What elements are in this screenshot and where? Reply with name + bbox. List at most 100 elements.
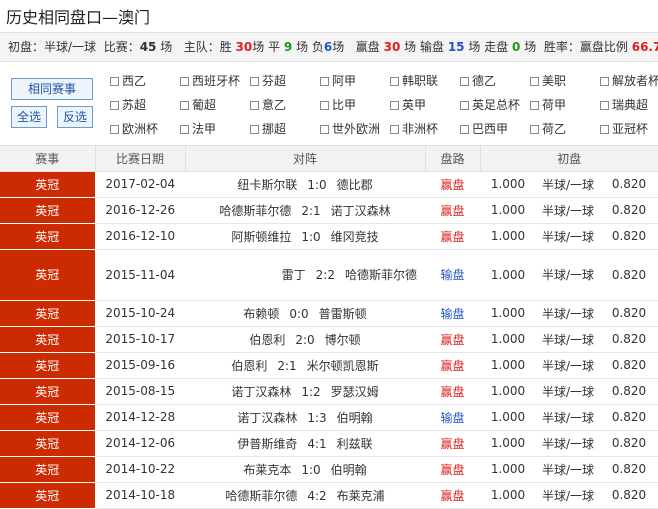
away-team[interactable]: 德比郡: [337, 178, 373, 192]
league-checkbox[interactable]: 葡超: [180, 96, 216, 114]
league-checkbox[interactable]: 英甲: [390, 96, 426, 114]
home-team[interactable]: 哈德斯菲尔德: [225, 489, 297, 503]
checkbox-icon[interactable]: [600, 77, 609, 86]
checkbox-icon[interactable]: [530, 77, 539, 86]
checkbox-icon[interactable]: [390, 101, 399, 110]
league-checkbox[interactable]: 美职: [530, 72, 566, 90]
home-team[interactable]: 伯恩利: [231, 359, 267, 373]
checkbox-icon[interactable]: [460, 77, 469, 86]
league-checkbox[interactable]: 芬超: [250, 72, 286, 90]
handicap-line-cell: 半球/一球: [536, 249, 600, 301]
checkbox-icon[interactable]: [460, 101, 469, 110]
home-team[interactable]: 雷丁: [282, 268, 306, 282]
score: 2:1: [277, 358, 297, 373]
home-team[interactable]: 布赖顿: [243, 307, 279, 321]
date-cell: 2016-12-26: [95, 197, 185, 224]
away-team[interactable]: 布莱克浦: [337, 489, 385, 503]
away-team[interactable]: 哈德斯菲尔德: [345, 268, 417, 282]
checkbox-icon[interactable]: [390, 125, 399, 134]
odds-away-cell: 0.820: [600, 378, 658, 405]
league-checkbox[interactable]: 非洲杯: [390, 120, 438, 138]
home-team[interactable]: 哈德斯菲尔德: [219, 204, 291, 218]
checkbox-icon[interactable]: [110, 77, 119, 86]
match-cell: 阿斯顿维拉 1:0 维冈竞技: [185, 223, 425, 250]
league-checkbox[interactable]: 法甲: [180, 120, 216, 138]
league-checkbox[interactable]: 阿甲: [320, 72, 356, 90]
header-match: 对阵: [185, 146, 426, 172]
result-cell: 赢盘: [425, 223, 480, 250]
result-cell: 赢盘: [425, 430, 480, 457]
league-checkbox[interactable]: 瑞典超: [600, 96, 648, 114]
same-match-button[interactable]: 相同赛事: [11, 78, 93, 100]
date-cell: 2014-12-28: [95, 404, 185, 431]
away-team[interactable]: 伯明翰: [331, 463, 367, 477]
score: 2:0: [295, 332, 315, 347]
away-team[interactable]: 米尔顿凯恩斯: [307, 359, 379, 373]
home-team[interactable]: 纽卡斯尔联: [237, 178, 297, 192]
away-team[interactable]: 伯明翰: [337, 411, 373, 425]
league-cell: 英冠: [0, 378, 96, 405]
checkbox-icon[interactable]: [320, 101, 329, 110]
home-team[interactable]: 伯恩利: [249, 333, 285, 347]
checkbox-icon[interactable]: [110, 101, 119, 110]
result-cell: 输盘: [425, 404, 480, 431]
checkbox-icon[interactable]: [600, 101, 609, 110]
league-checkbox[interactable]: 亚冠杯: [600, 120, 648, 138]
home-team[interactable]: 布莱克本: [243, 463, 291, 477]
checkbox-icon[interactable]: [390, 77, 399, 86]
home-team[interactable]: 阿斯顿维拉: [231, 230, 291, 244]
league-checkbox[interactable]: 荷甲: [530, 96, 566, 114]
checkbox-icon[interactable]: [180, 101, 189, 110]
league-checkbox[interactable]: 西班牙杯: [180, 72, 240, 90]
score: 1:2: [301, 384, 321, 399]
away-team[interactable]: 普雷斯顿: [319, 307, 367, 321]
match-cell: 布莱克本 1:0 伯明翰: [185, 456, 425, 483]
checkbox-icon[interactable]: [320, 77, 329, 86]
checkbox-icon[interactable]: [180, 125, 189, 134]
league-checkbox-label: 欧洲杯: [122, 122, 159, 136]
checkbox-icon[interactable]: [530, 125, 539, 134]
match-cell: 哈德斯菲尔德 4:2 布莱克浦: [185, 482, 425, 509]
table-row: 英冠 2017-02-04 纽卡斯尔联 1:0 德比郡 赢盘 1.000 半球/一球 0.820: [0, 171, 658, 198]
league-checkbox[interactable]: 欧洲杯: [110, 120, 158, 138]
checkbox-icon[interactable]: [530, 101, 539, 110]
score: 1:0: [301, 462, 321, 477]
league-checkbox[interactable]: 德乙: [460, 72, 496, 90]
away-team[interactable]: 博尔顿: [325, 333, 361, 347]
checkbox-icon[interactable]: [110, 125, 119, 134]
checkbox-icon[interactable]: [250, 125, 259, 134]
league-checkbox[interactable]: 英足总杯: [460, 96, 520, 114]
away-team[interactable]: 诺丁汉森林: [331, 204, 391, 218]
checkbox-icon[interactable]: [600, 125, 609, 134]
home-team[interactable]: 伊普斯维奇: [237, 437, 297, 451]
checkbox-icon[interactable]: [250, 77, 259, 86]
league-checkbox[interactable]: 意乙: [250, 96, 286, 114]
result-cell: 赢盘: [425, 171, 480, 198]
odds-home-cell: 1.000: [480, 171, 536, 198]
league-checkbox[interactable]: 韩职联: [390, 72, 438, 90]
league-checkbox[interactable]: 比甲: [320, 96, 356, 114]
home-team[interactable]: 诺丁汉森林: [237, 411, 297, 425]
league-checkbox[interactable]: 西乙: [110, 72, 146, 90]
league-checkbox[interactable]: 挪超: [250, 120, 286, 138]
home-team[interactable]: 诺丁汉森林: [231, 385, 291, 399]
away-team[interactable]: 罗瑟汉姆: [331, 385, 379, 399]
away-team[interactable]: 维冈竞技: [331, 230, 379, 244]
checkbox-icon[interactable]: [250, 101, 259, 110]
lose-pan-count: 15: [447, 40, 465, 54]
checkbox-icon[interactable]: [320, 125, 329, 134]
league-checkbox[interactable]: 荷乙: [530, 120, 566, 138]
league-checkbox-label: 解放者杯: [612, 74, 658, 88]
invert-selection-button[interactable]: 反选: [57, 106, 93, 128]
league-checkbox[interactable]: 巴西甲: [460, 120, 508, 138]
score: 2:1: [301, 203, 321, 218]
league-checkbox-label: 苏超: [122, 98, 147, 112]
league-checkbox[interactable]: 苏超: [110, 96, 146, 114]
checkbox-icon[interactable]: [460, 125, 469, 134]
select-all-button[interactable]: 全选: [11, 106, 47, 128]
league-checkbox[interactable]: 解放者杯: [600, 72, 658, 90]
checkbox-icon[interactable]: [180, 77, 189, 86]
away-team[interactable]: 利兹联: [337, 437, 373, 451]
league-checkbox[interactable]: 世外欧洲: [320, 120, 380, 138]
odds-away-cell: 0.820: [600, 197, 658, 224]
